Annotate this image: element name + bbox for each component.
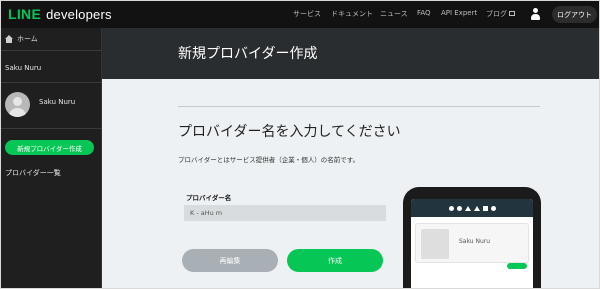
sidebar-provider-name[interactable]: Saku Nuru	[5, 64, 41, 72]
preview-provider-name: Saku Nuru	[459, 238, 491, 245]
sidebar-item-provider-list[interactable]: プロバイダー一覧	[5, 168, 61, 178]
logo-line-text: LINE	[8, 6, 42, 22]
main-content: プロバイダー名を入力してください プロバイダーとはサービス提供者（企業・個人）の…	[102, 79, 599, 288]
page-header: 新規プロバイダー作成	[102, 28, 599, 79]
phone-preview-card: Saku Nuru	[415, 223, 529, 263]
sidebar-user-name: Saku Nuru	[39, 98, 76, 106]
phone-screen: Saku Nuru	[411, 199, 533, 288]
phone-preview: Saku Nuru	[403, 187, 541, 288]
phone-screen-header	[411, 199, 533, 217]
nav-services-link[interactable]: サービス	[293, 9, 321, 19]
re-edit-button[interactable]: 再編集	[182, 249, 278, 272]
nav-blog-label: ブログ	[486, 10, 507, 18]
sidebar-divider	[1, 82, 102, 83]
preview-toggle	[507, 263, 527, 269]
new-provider-button[interactable]: 新規プロバイダー作成	[5, 140, 94, 155]
external-link-icon	[509, 10, 515, 16]
line-developers-logo[interactable]: LINE developers	[8, 6, 112, 22]
user-account-icon[interactable]	[530, 8, 540, 21]
top-navigation-bar: LINE developers サービス ドキュメント ニュース FAQ API…	[1, 1, 599, 28]
section-divider	[178, 106, 540, 107]
create-button[interactable]: 作成	[287, 249, 383, 272]
logo-developers-text: developers	[46, 6, 112, 22]
nav-documents-link[interactable]: ドキュメント	[331, 9, 373, 19]
provider-description: プロバイダーとはサービス提供者（企業・個人）の名前です。	[178, 156, 360, 164]
avatar	[5, 92, 30, 117]
circle-icon	[490, 205, 496, 211]
triangle-icon	[473, 205, 480, 211]
sidebar: ホーム Saku Nuru Saku Nuru 新規プロバイダー作成 プロバイダ…	[1, 28, 102, 288]
triangle-icon	[464, 205, 471, 211]
sidebar-item-home[interactable]: ホーム	[1, 28, 102, 51]
nav-faq-link[interactable]: FAQ	[417, 9, 431, 17]
home-icon	[5, 35, 13, 43]
section-title: プロバイダー名を入力してください	[178, 124, 401, 140]
nav-blog-link[interactable]: ブログ	[486, 9, 515, 19]
page-title: 新規プロバイダー作成	[178, 46, 318, 62]
nav-api-expert-link[interactable]: API Expert	[441, 9, 477, 17]
square-icon	[482, 205, 488, 211]
provider-name-label: プロバイダー名	[186, 194, 232, 202]
sidebar-divider	[1, 128, 102, 129]
nav-news-link[interactable]: ニュース	[380, 9, 408, 19]
logout-button[interactable]: ログアウト	[552, 6, 597, 23]
provider-name-input[interactable]	[184, 205, 386, 221]
browser-viewport: LINE developers サービス ドキュメント ニュース FAQ API…	[0, 0, 600, 289]
preview-image-placeholder	[421, 229, 449, 259]
sidebar-home-label: ホーム	[17, 35, 38, 43]
circle-icon	[448, 205, 454, 211]
circle-icon	[456, 205, 462, 211]
